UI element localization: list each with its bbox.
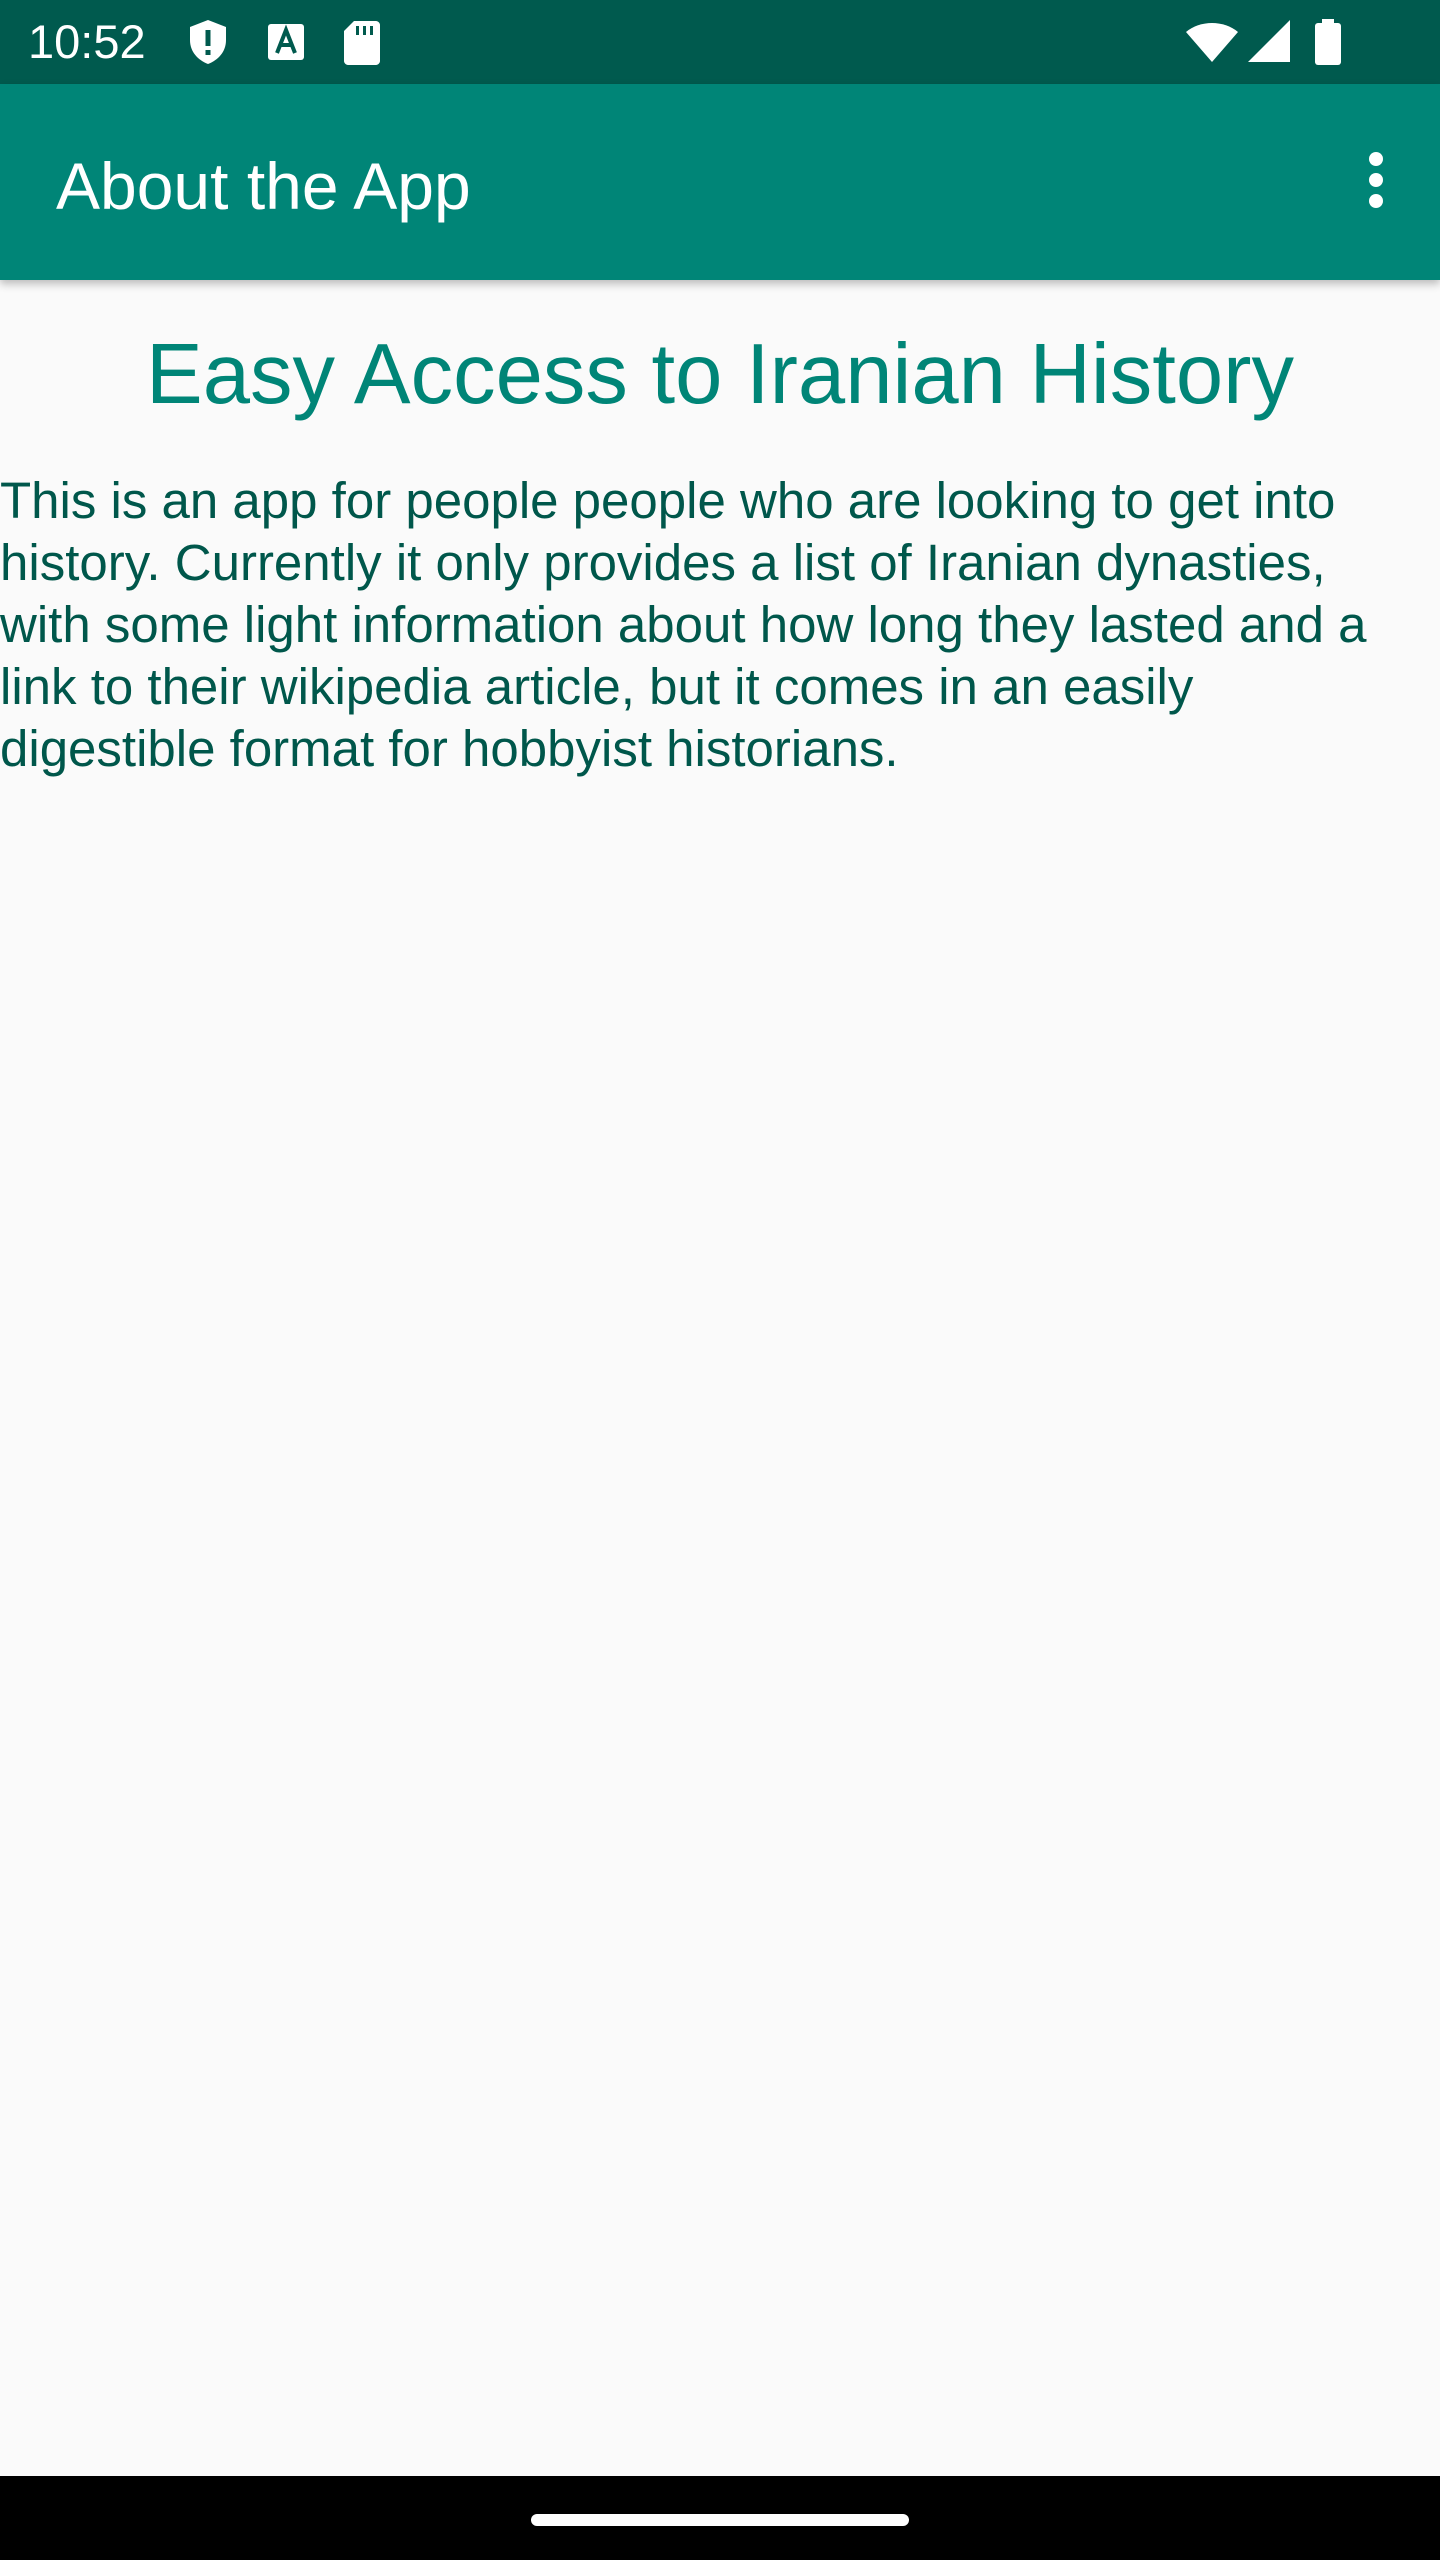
navigation-bar (0, 2476, 1440, 2560)
shield-alert-icon (186, 18, 230, 66)
app-title: About the App (56, 149, 471, 223)
home-gesture-handle[interactable] (531, 2514, 909, 2526)
cellular-signal-icon (1246, 18, 1292, 66)
battery-icon (1312, 18, 1344, 66)
more-vert-icon (1366, 150, 1386, 215)
status-time: 10:52 (28, 15, 146, 68)
more-options-button[interactable] (1340, 130, 1412, 234)
app-bar: About the App (0, 84, 1440, 280)
font-a-icon (264, 18, 308, 66)
page-headline: Easy Access to Iranian History (146, 327, 1294, 422)
app-description: This is an app for people people who are… (0, 472, 1367, 777)
status-bar: 10:52 (0, 0, 1440, 84)
wifi-icon (1184, 18, 1240, 66)
sd-card-icon (342, 18, 382, 66)
